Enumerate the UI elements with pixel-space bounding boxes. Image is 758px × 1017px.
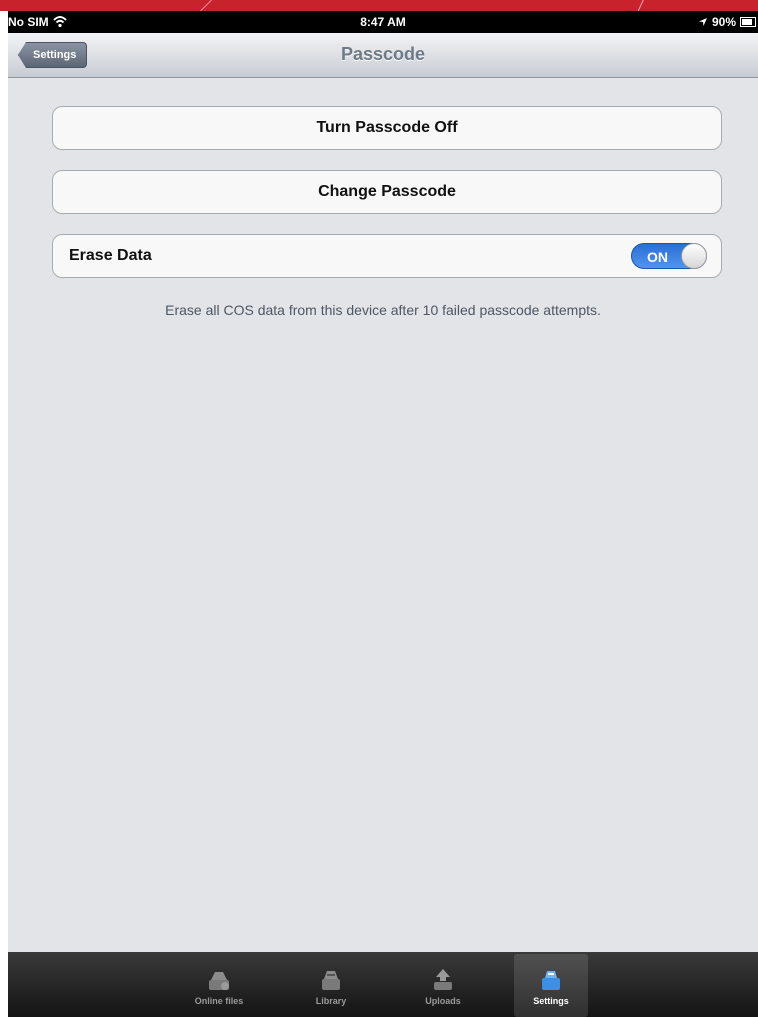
erase-data-toggle[interactable]: ON: [631, 243, 707, 269]
online-files-icon: [209, 972, 229, 990]
navigation-bar: Settings Passcode: [8, 33, 758, 78]
uploads-icon: [434, 969, 452, 990]
tab-bar: Online files Library Uploads Settings: [8, 952, 758, 1017]
settings-icon: [542, 971, 560, 990]
tab-settings-label: Settings: [533, 996, 569, 1006]
turn-passcode-off-label: Turn Passcode Off: [316, 119, 458, 136]
change-passcode-label: Change Passcode: [318, 183, 456, 200]
passcode-settings-content: Turn Passcode Off Change Passcode Erase …: [8, 78, 758, 952]
turn-passcode-off-button[interactable]: Turn Passcode Off: [52, 106, 722, 150]
page-title: Passcode: [340, 44, 426, 64]
erase-data-footnote: Erase all COS data from this device afte…: [165, 302, 601, 318]
erase-data-label: Erase Data: [69, 247, 152, 264]
top-banner-stripe: [0, 0, 758, 11]
battery-percent: 90%: [711, 15, 736, 29]
tab-settings[interactable]: Settings: [514, 954, 588, 1017]
clock-time: 8:47 AM: [360, 15, 406, 29]
status-bar: No SIM 8:47 AM 90%: [8, 11, 758, 33]
tab-library-label: Library: [315, 996, 347, 1006]
tab-library[interactable]: Library: [294, 954, 368, 1017]
battery-icon: [740, 17, 756, 27]
change-passcode-button[interactable]: Change Passcode: [52, 170, 722, 214]
erase-data-row: Erase Data ON: [52, 234, 722, 278]
device-screen: No SIM 8:47 AM 90% Settings Passcode Tur…: [8, 11, 758, 1017]
toggle-state-label: ON: [647, 249, 668, 265]
location-arrow-icon: [698, 18, 707, 26]
tab-uploads-label: Uploads: [425, 996, 461, 1006]
tab-online-files[interactable]: Online files: [182, 954, 256, 1017]
library-icon: [322, 971, 340, 990]
tab-uploads[interactable]: Uploads: [406, 954, 480, 1017]
tab-online-files-label: Online files: [194, 996, 244, 1006]
toggle-knob: [681, 243, 707, 269]
